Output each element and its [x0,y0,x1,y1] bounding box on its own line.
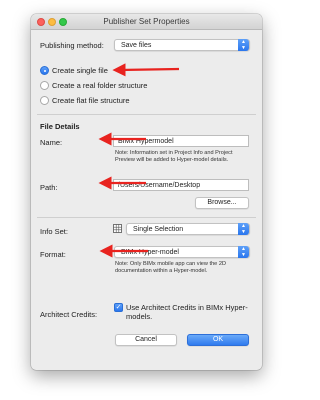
annotation-arrows [98,63,180,258]
arrow-to-single-file-icon [112,63,180,77]
